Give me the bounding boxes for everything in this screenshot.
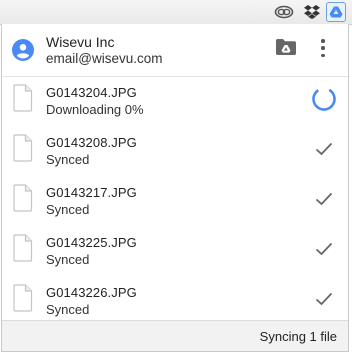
file-row[interactable]: G0143217.JPG Synced [2,177,348,227]
file-status: Synced [46,252,90,267]
file-status: Synced [46,152,90,167]
checkmark-icon [310,285,338,313]
file-name: G0143208.JPG [46,135,137,150]
file-icon [12,134,34,162]
file-status: Downloading 0% [46,102,144,117]
google-drive-icon[interactable] [326,2,346,22]
file-icon [12,84,34,112]
account-name: Wisevu Inc [46,34,115,50]
status-footer: Syncing 1 file [2,320,348,351]
open-drive-folder-button[interactable] [275,38,297,58]
file-list: G0143204.JPG Downloading 0% G0143208.JPG… [2,77,348,327]
sync-panel: Wisevu Inc email@wisevu.com G0143204.JPG… [1,24,349,352]
file-status: Synced [46,302,90,317]
more-options-button[interactable] [313,37,333,59]
account-avatar-icon [12,39,34,61]
file-row[interactable]: G0143204.JPG Downloading 0% [2,77,348,127]
sync-status-text: Syncing 1 file [259,329,337,344]
file-icon [12,284,34,312]
loading-spinner-icon [310,85,338,113]
file-name: G0143204.JPG [46,85,137,100]
menu-bar [0,0,352,25]
checkmark-icon [310,135,338,163]
checkmark-icon [310,235,338,263]
file-name: G0143226.JPG [46,285,137,300]
file-status: Synced [46,202,90,217]
file-icon [12,234,34,262]
file-name: G0143225.JPG [46,235,137,250]
file-row[interactable]: G0143208.JPG Synced [2,127,348,177]
checkmark-icon [310,185,338,213]
creative-cloud-icon[interactable] [274,2,294,22]
account-header: Wisevu Inc email@wisevu.com [2,24,348,77]
account-email: email@wisevu.com [46,51,163,66]
file-icon [12,184,34,212]
dropbox-icon[interactable] [302,2,322,22]
file-row[interactable]: G0143225.JPG Synced [2,227,348,277]
file-name: G0143217.JPG [46,185,137,200]
